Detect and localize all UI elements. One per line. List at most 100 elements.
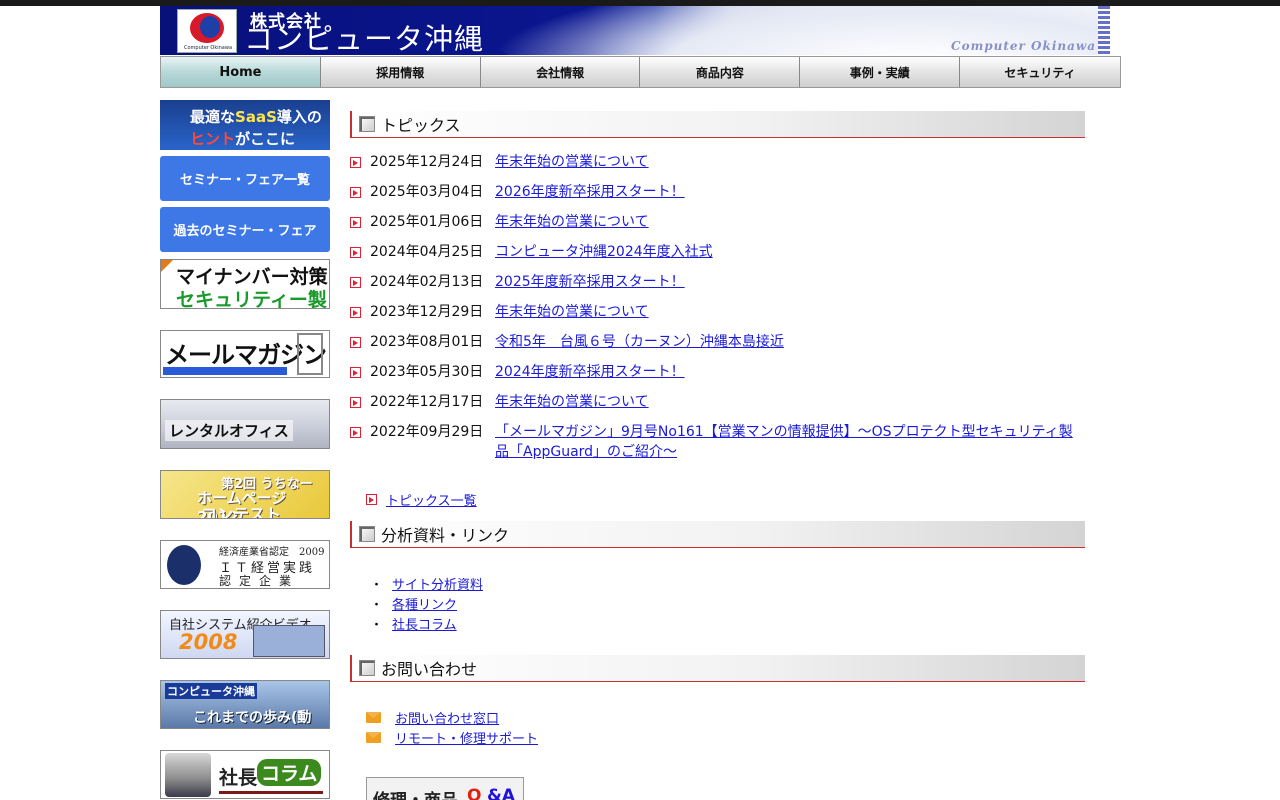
- envelope-icon: [366, 732, 381, 743]
- topic-link-wrap: 年末年始の営業について: [495, 152, 1085, 172]
- topic-date: 2024年04月25日: [370, 244, 484, 260]
- topic-link-wrap: 年末年始の営業について: [495, 212, 1085, 232]
- topic-date: 2023年08月01日: [370, 334, 484, 350]
- topic-link[interactable]: 2026年度新卒採用スタート！: [495, 184, 685, 200]
- arrow-icon: [350, 397, 361, 408]
- topic-date: 2025年01月06日: [370, 214, 484, 230]
- contact-header: お問い合わせ: [350, 655, 1085, 682]
- topic-link[interactable]: 「メールマガジン」9月号No161【営業マンの情報提供】～OSプロテクト型セキュ…: [495, 424, 1073, 460]
- company-name-english: Computer Okinawa: [951, 39, 1096, 53]
- president-column-banner[interactable]: 社長 コラム: [160, 750, 330, 799]
- analysis-item: ・ 社長コラム: [370, 614, 457, 633]
- checkbox-icon: [359, 526, 375, 542]
- topic-item: 2025年03月04日 2026年度新卒採用スタート！: [350, 182, 1085, 202]
- arrow-icon: [350, 427, 361, 438]
- mynumber-line2: セキュリティー製品: [176, 289, 327, 309]
- topic-item: 2023年08月01日 令和5年 台風６号（カーヌン）沖縄本島接近: [350, 332, 1085, 352]
- topic-date: 2023年12月29日: [370, 304, 484, 320]
- topic-link[interactable]: 年末年始の営業について: [495, 304, 649, 320]
- logo-ring-inner-icon: [200, 16, 220, 38]
- mail-magazine-banner[interactable]: メールマガジン: [160, 330, 330, 378]
- history-video-banner[interactable]: コンピュータ沖縄 これまでの歩み(動画): [160, 680, 330, 729]
- topic-date: 2025年12月24日: [370, 154, 484, 170]
- homepage-contest-banner[interactable]: 第2回 うちなー ホームページ 2012 コンテスト: [160, 470, 330, 519]
- topic-item: 2023年05月30日 2024年度新卒採用スタート！: [350, 362, 1085, 382]
- contact-item: お問い合わせ窓口: [366, 708, 499, 727]
- bullet: ・: [370, 598, 384, 613]
- seminar-list-button[interactable]: セミナー・フェア一覧: [160, 156, 330, 201]
- rental-office-text: レンタルオフィス: [165, 420, 293, 441]
- various-links-link[interactable]: 各種リンク: [392, 594, 457, 613]
- remote-support-link[interactable]: リモート・修理サポート: [395, 728, 538, 747]
- nav-security[interactable]: セキュリティ: [960, 57, 1120, 87]
- topics-more: トピックス一覧: [366, 490, 477, 509]
- rental-office-banner[interactable]: レンタルオフィス: [160, 399, 330, 449]
- president-column-link[interactable]: 社長コラム: [392, 614, 457, 633]
- topic-link[interactable]: 2024年度新卒採用スタート！: [495, 364, 685, 380]
- contact-window-link[interactable]: お問い合わせ窓口: [395, 708, 499, 727]
- nav-company[interactable]: 会社情報: [480, 57, 641, 87]
- topic-link[interactable]: 年末年始の営業について: [495, 154, 649, 170]
- header-stripe: [1098, 6, 1110, 55]
- system-video-banner[interactable]: 自社システム紹介ビデオ 2008: [160, 610, 330, 659]
- nav-cases[interactable]: 事例・実績: [800, 57, 961, 87]
- topic-item: 2022年12月17日 年末年始の営業について: [350, 392, 1085, 412]
- saas-text-a: 最適な: [190, 108, 236, 126]
- nav-home[interactable]: Home: [161, 57, 321, 87]
- topic-link[interactable]: 2025年度新卒採用スタート！: [495, 274, 685, 290]
- column-label: コラム: [257, 759, 322, 786]
- qa-text: 修理・商品: [373, 786, 458, 800]
- saas-hint-text: ヒント: [190, 130, 236, 148]
- arrow-icon: [350, 217, 361, 228]
- arrow-icon: [350, 187, 361, 198]
- analysis-title: 分析資料・リンク: [381, 526, 510, 545]
- nav-recruit[interactable]: 採用情報: [320, 57, 481, 87]
- past-seminar-button[interactable]: 過去のセミナー・フェア: [160, 207, 330, 252]
- topics-header: トピックス: [350, 111, 1085, 138]
- topic-item: 2024年04月25日 コンピュータ沖縄2024年度入社式: [350, 242, 1085, 262]
- topic-link[interactable]: 年末年始の営業について: [495, 394, 649, 410]
- topic-link-wrap: 令和5年 台風６号（カーヌン）沖縄本島接近: [495, 332, 1085, 352]
- history-line1: コンピュータ沖縄: [165, 683, 257, 699]
- envelope-icon: [366, 712, 381, 723]
- video-line2: 2008: [179, 630, 238, 654]
- saas-banner-line1: 最適なSaaS導入の: [190, 106, 322, 127]
- topics-list-link[interactable]: トピックス一覧: [386, 490, 477, 509]
- it-line1: 経済産業省認定 2009: [219, 547, 325, 558]
- checkbox-icon: [359, 116, 375, 132]
- history-line2: これまでの歩み(動画): [193, 710, 312, 726]
- topic-link-wrap: 2025年度新卒採用スタート！: [495, 272, 1085, 292]
- logo-caption: Computer Okinawa: [183, 45, 233, 51]
- bullet: ・: [370, 618, 384, 633]
- company-logo[interactable]: Computer Okinawa: [177, 9, 237, 53]
- nav-products[interactable]: 商品内容: [640, 57, 801, 87]
- site-header: Computer Okinawa 株式会社 コンピュータ沖縄 Computer …: [160, 6, 1110, 55]
- contact-title: お問い合わせ: [381, 660, 478, 679]
- column-president-text: 社長: [219, 767, 258, 789]
- contest-line3: コンテスト: [201, 505, 282, 519]
- topic-link[interactable]: コンピュータ沖縄2024年度入社式: [495, 244, 713, 260]
- topic-link-wrap: 「メールマガジン」9月号No161【営業マンの情報提供】～OSプロテクト型セキュ…: [495, 422, 1085, 462]
- saas-banner[interactable]: 最適なSaaS導入の ヒントがここに: [160, 100, 330, 150]
- topic-item: 2024年02月13日 2025年度新卒採用スタート！: [350, 272, 1085, 292]
- screen-icon: [253, 625, 325, 657]
- topic-item: 2022年09月29日 「メールマガジン」9月号No161【営業マンの情報提供】…: [350, 422, 1085, 462]
- topic-link-wrap: 年末年始の営業について: [495, 392, 1085, 412]
- checkbox-icon: [359, 660, 375, 676]
- qa-a: &A: [487, 786, 515, 800]
- qa-banner[interactable]: 修理・商品 Q &A: [366, 777, 524, 800]
- analysis-item: ・ サイト分析資料: [370, 574, 483, 593]
- arrow-icon: [350, 337, 361, 348]
- seal-icon: [167, 545, 201, 585]
- saas-text-b: SaaS: [235, 108, 277, 126]
- topic-link[interactable]: 令和5年 台風６号（カーヌン）沖縄本島接近: [495, 334, 784, 350]
- corner-triangle-icon: [161, 260, 173, 272]
- topic-date: 2022年09月29日: [370, 424, 484, 440]
- topic-link[interactable]: 年末年始の営業について: [495, 214, 649, 230]
- site-analysis-link[interactable]: サイト分析資料: [392, 574, 483, 593]
- mynumber-banner[interactable]: マイナンバー対策 セキュリティー製品: [160, 259, 330, 309]
- saas-banner-line2: ヒントがここに: [190, 128, 295, 149]
- topics-title: トピックス: [381, 116, 461, 135]
- topic-date: 2022年12月17日: [370, 394, 484, 410]
- it-certification-banner[interactable]: 経済産業省認定 2009 ＩＴ経営実践 認定企業: [160, 540, 330, 589]
